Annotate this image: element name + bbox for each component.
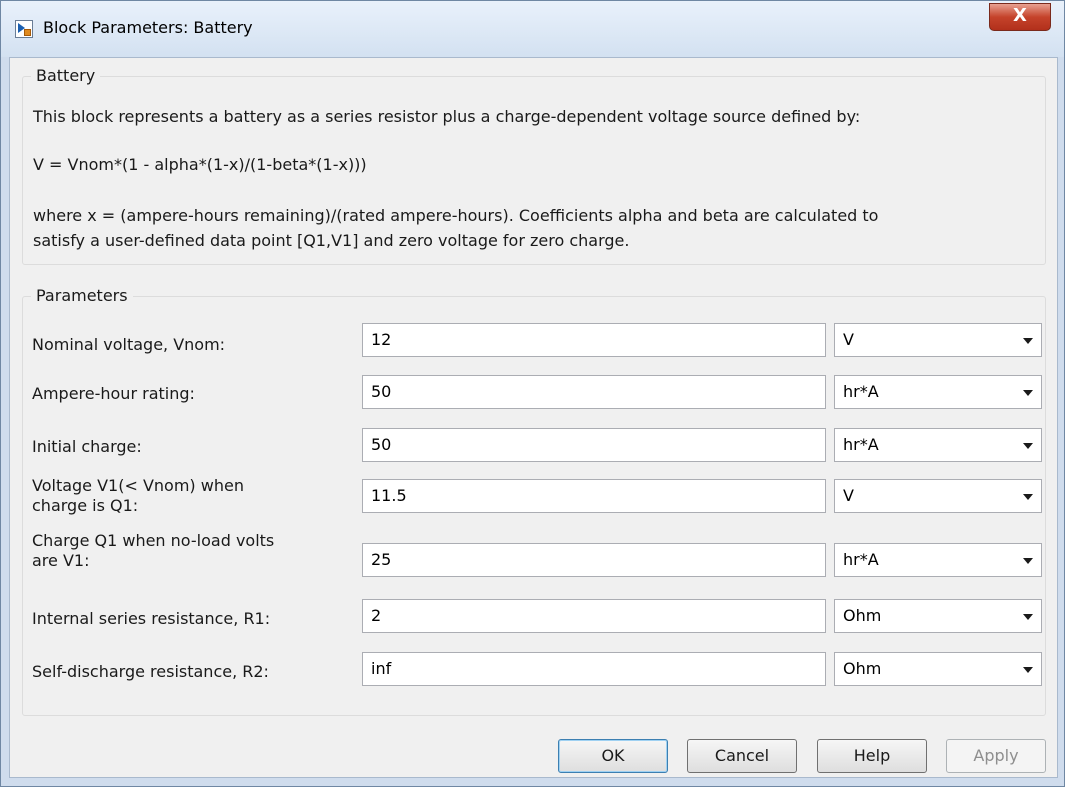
description-legend: Battery xyxy=(31,66,101,85)
param-label-q1: Charge Q1 when no-load volts are V1: xyxy=(32,531,275,570)
help-button[interactable]: Help xyxy=(817,739,927,773)
chevron-down-icon xyxy=(1023,390,1033,396)
ah-rating-input[interactable]: 50 xyxy=(362,375,826,409)
ah-rating-unit-select[interactable]: hr*A xyxy=(834,375,1042,409)
r1-unit-select[interactable]: Ohm xyxy=(834,599,1042,633)
vnom-unit-select[interactable]: V xyxy=(834,323,1042,357)
r2-input[interactable]: inf xyxy=(362,652,826,686)
q1-unit-select[interactable]: hr*A xyxy=(834,543,1042,577)
description-text-3: satisfy a user-defined data point [Q1,V1… xyxy=(33,231,630,250)
param-label-vnom: Nominal voltage, Vnom: xyxy=(32,335,226,354)
r2-unit-select[interactable]: Ohm xyxy=(834,652,1042,686)
initial-charge-unit-select[interactable]: hr*A xyxy=(834,428,1042,462)
param-label-r2: Self-discharge resistance, R2: xyxy=(32,662,269,681)
chevron-down-icon xyxy=(1023,338,1033,344)
initial-charge-input[interactable]: 50 xyxy=(362,428,826,462)
close-button[interactable]: X xyxy=(989,3,1051,31)
chevron-down-icon xyxy=(1023,614,1033,620)
parameters-legend: Parameters xyxy=(31,286,133,305)
simulink-block-icon xyxy=(15,20,33,38)
param-label-r1: Internal series resistance, R1: xyxy=(32,609,271,628)
dialog-window: Block Parameters: Battery X Battery This… xyxy=(0,0,1065,787)
r1-input[interactable]: 2 xyxy=(362,599,826,633)
formula-text: V = Vnom*(1 - alpha*(1-x)/(1-beta*(1-x))… xyxy=(33,155,367,174)
description-group: Battery This block represents a battery … xyxy=(22,66,1046,265)
param-label-ah-rating: Ampere-hour rating: xyxy=(32,384,195,403)
dialog-body: Battery This block represents a battery … xyxy=(9,57,1058,778)
apply-button[interactable]: Apply xyxy=(946,739,1046,773)
chevron-down-icon xyxy=(1023,667,1033,673)
description-text: This block represents a battery as a ser… xyxy=(33,107,861,126)
chevron-down-icon xyxy=(1023,494,1033,500)
q1-input[interactable]: 25 xyxy=(362,543,826,577)
vnom-input[interactable]: 12 xyxy=(362,323,826,357)
param-label-v1: Voltage V1(< Vnom) when charge is Q1: xyxy=(32,476,244,515)
v1-unit-select[interactable]: V xyxy=(834,479,1042,513)
chevron-down-icon xyxy=(1023,443,1033,449)
ok-button[interactable]: OK xyxy=(558,739,668,773)
window-title: Block Parameters: Battery xyxy=(43,18,253,37)
param-label-initial-charge: Initial charge: xyxy=(32,437,142,456)
cancel-button[interactable]: Cancel xyxy=(687,739,797,773)
title-bar[interactable]: Block Parameters: Battery X xyxy=(1,1,1064,57)
v1-input[interactable]: 11.5 xyxy=(362,479,826,513)
description-text-2: where x = (ampere-hours remaining)/(rate… xyxy=(33,206,879,225)
chevron-down-icon xyxy=(1023,558,1033,564)
